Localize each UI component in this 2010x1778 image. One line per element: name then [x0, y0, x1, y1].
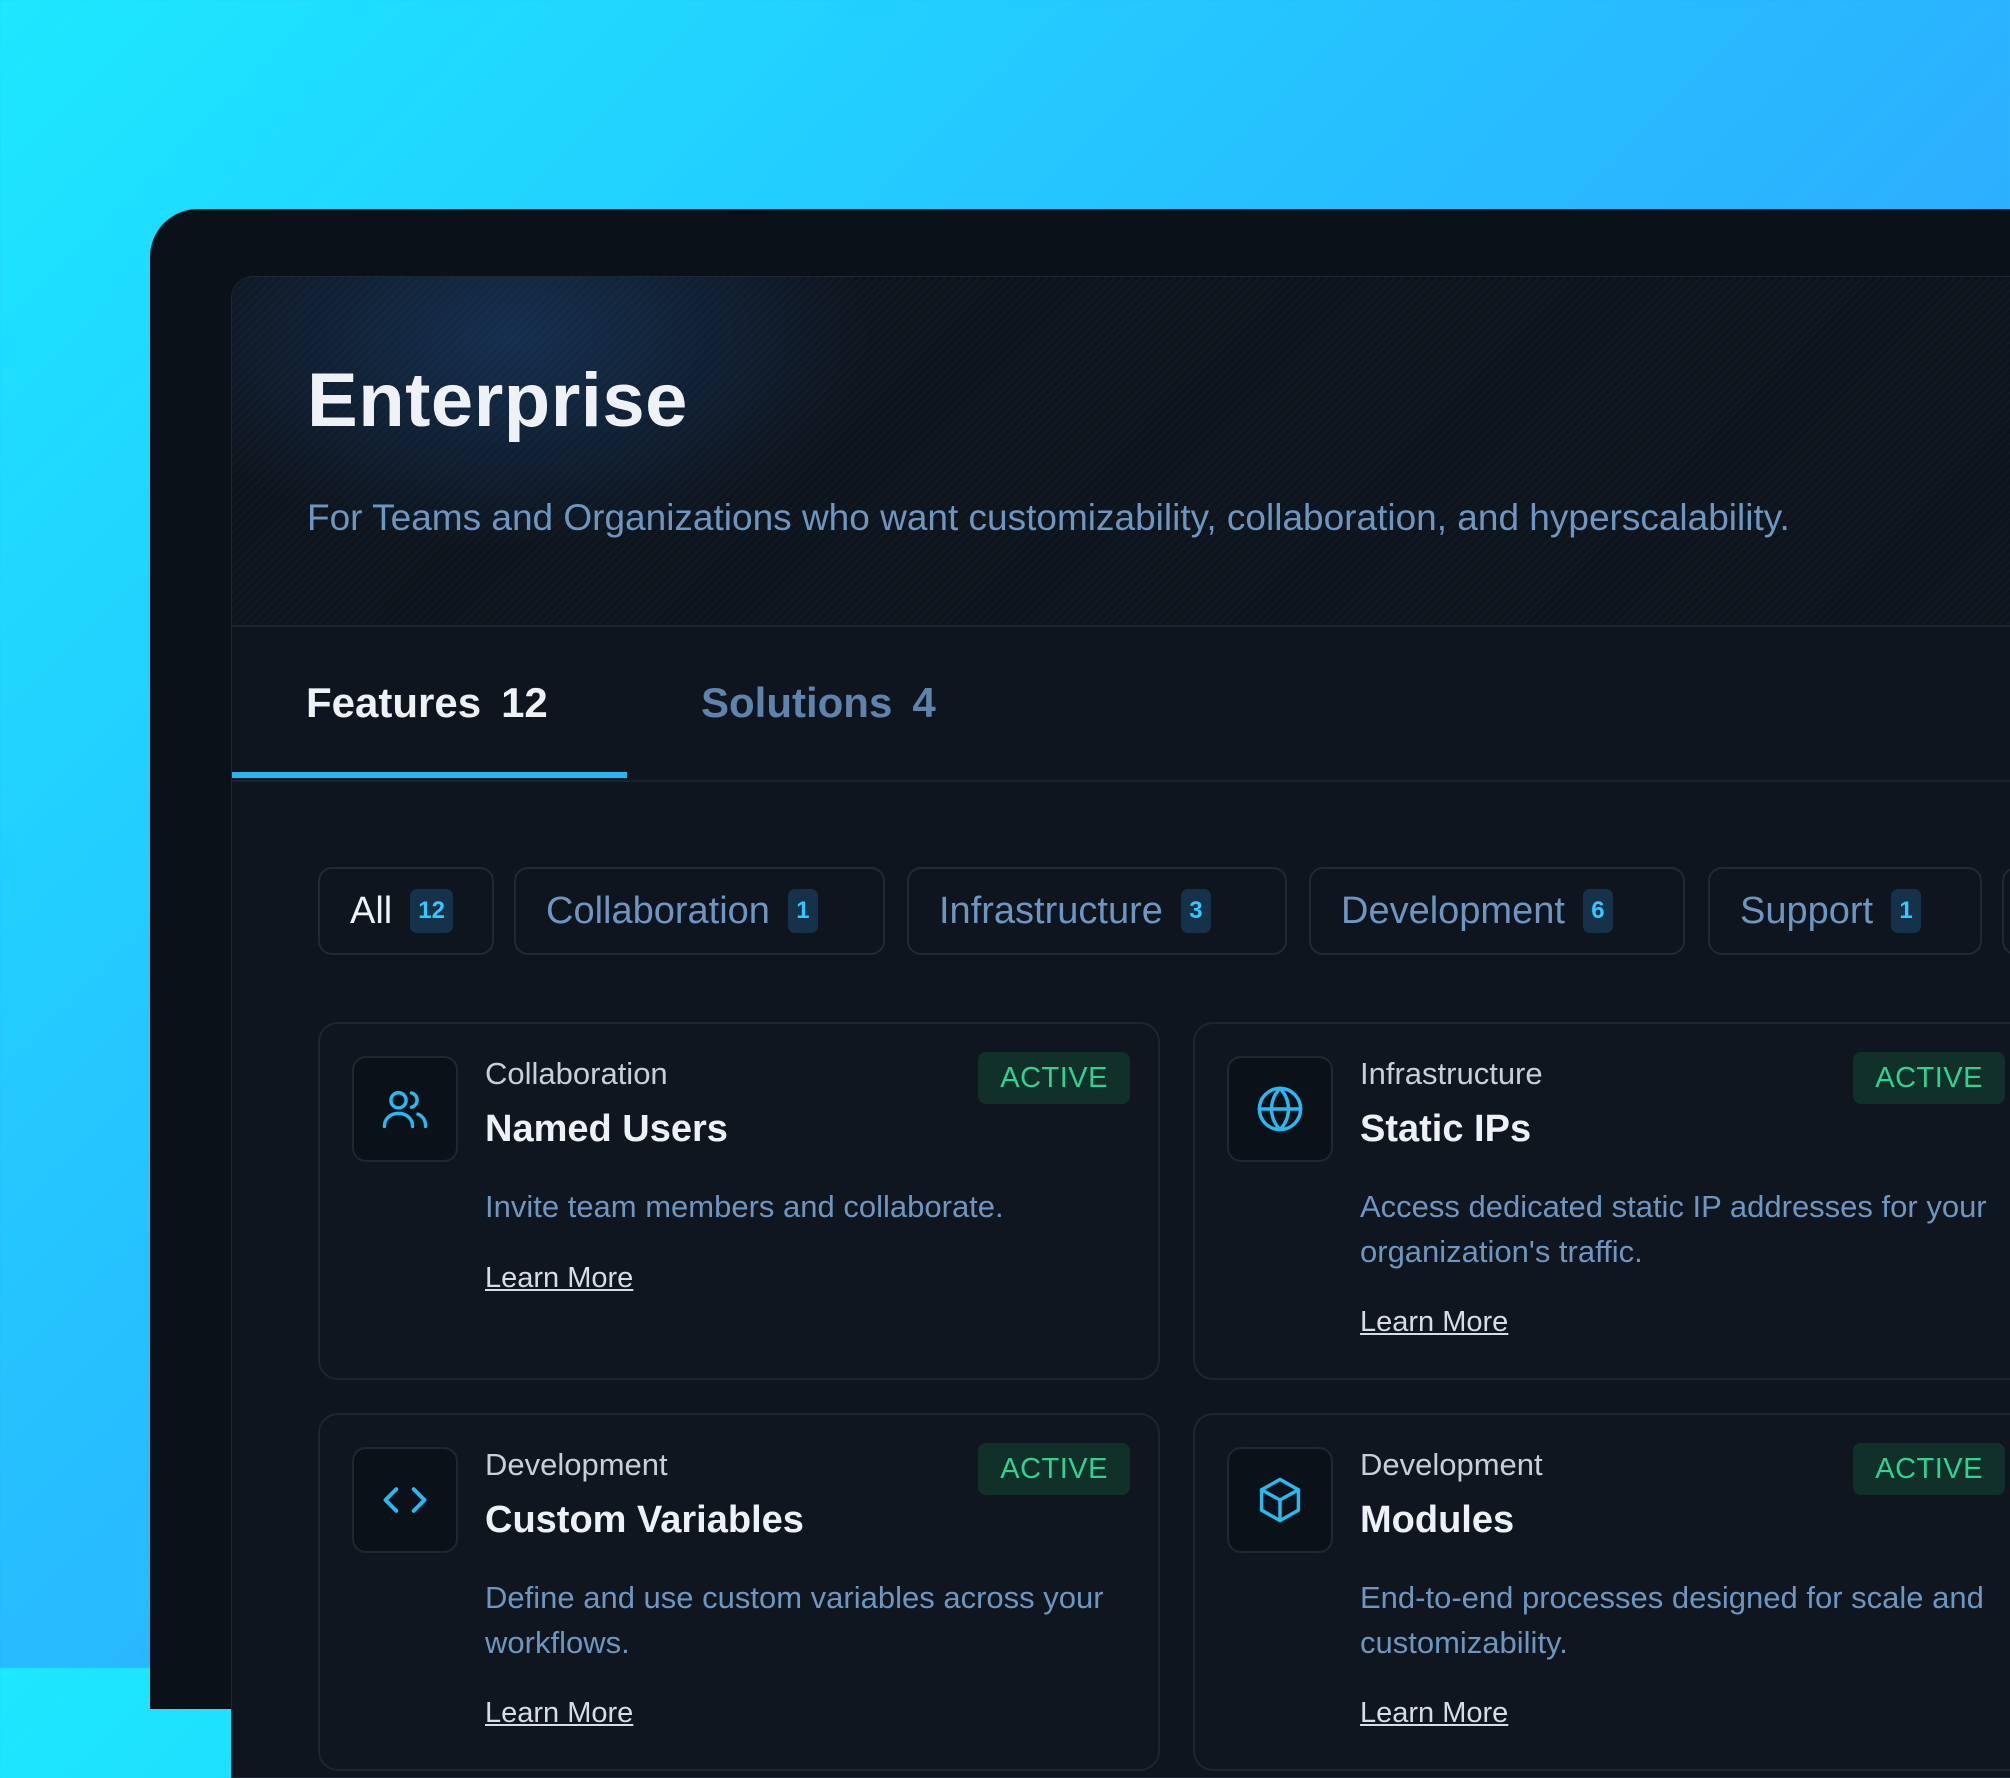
filter-count-badge: 1	[1891, 889, 1922, 933]
card-category: Development	[1360, 1447, 1543, 1482]
filter-label: Infrastructure	[939, 889, 1163, 932]
filter-label: Support	[1740, 889, 1874, 932]
filter-count-badge: 1	[787, 889, 818, 933]
status-badge: ACTIVE	[1853, 1052, 2005, 1104]
learn-more-link[interactable]: Learn More	[485, 1697, 633, 1730]
tab-bar: Features 12 Solutions 4	[232, 625, 2010, 782]
users-icon	[352, 1056, 458, 1162]
app-window: Enterprise For Teams and Organizations w…	[150, 209, 2010, 1778]
card-title: Named Users	[485, 1108, 728, 1150]
learn-more-link[interactable]: Learn More	[1360, 1306, 1508, 1339]
filter-count-badge: 12	[410, 889, 453, 933]
card-description: Invite team members and collaborate.	[485, 1189, 1004, 1224]
card-category: Collaboration	[485, 1056, 668, 1091]
card-title: Modules	[1360, 1499, 1515, 1541]
page-title: Enterprise	[307, 358, 688, 443]
tab-label: Solutions	[701, 678, 893, 726]
card-title: Static IPs	[1360, 1108, 1532, 1150]
enterprise-panel: Enterprise For Teams and Organizations w…	[231, 276, 2010, 1778]
filter-support[interactable]: Support 1	[1708, 867, 1982, 955]
tab-label: Features	[306, 678, 482, 726]
code-icon	[352, 1447, 458, 1553]
cube-icon	[1227, 1447, 1333, 1553]
filter-label: Collaboration	[546, 889, 770, 932]
filter-all[interactable]: All 12	[318, 867, 494, 955]
status-badge: ACTIVE	[978, 1052, 1130, 1104]
globe-icon	[1227, 1056, 1333, 1162]
card-description: Access dedicated static IP addresses for…	[1360, 1189, 1987, 1269]
tab-count: 4	[912, 678, 936, 726]
status-badge: ACTIVE	[978, 1443, 1130, 1495]
filter-label: Development	[1341, 889, 1565, 932]
learn-more-link[interactable]: Learn More	[485, 1262, 633, 1295]
card-title: Custom Variables	[485, 1499, 804, 1541]
active-tab-indicator	[232, 772, 627, 778]
filter-development[interactable]: Development 6	[1309, 867, 1685, 955]
filter-count-badge: 3	[1180, 889, 1211, 933]
learn-more-link[interactable]: Learn More	[1360, 1697, 1508, 1730]
filter-label: All	[350, 889, 393, 932]
feature-card[interactable]: Development Modules ACTIVE End-to-end pr…	[1193, 1413, 2010, 1771]
feature-card[interactable]: Development Custom Variables ACTIVE Defi…	[318, 1413, 1160, 1771]
card-category: Infrastructure	[1360, 1056, 1543, 1091]
feature-card[interactable]: Infrastructure Static IPs ACTIVE Access …	[1193, 1022, 2010, 1380]
card-description: Define and use custom variables across y…	[485, 1580, 1104, 1660]
card-description: End-to-end processes designed for scale …	[1360, 1580, 1984, 1660]
card-category: Development	[485, 1447, 668, 1482]
filter-count-badge: 6	[1582, 889, 1613, 933]
filter-collaboration[interactable]: Collaboration 1	[514, 867, 885, 955]
feature-card[interactable]: Collaboration Named Users ACTIVE Invite …	[318, 1022, 1160, 1380]
status-badge: ACTIVE	[1853, 1443, 2005, 1495]
page-subtitle: For Teams and Organizations who want cus…	[307, 497, 1790, 538]
tab-count: 12	[501, 678, 548, 726]
tab-features[interactable]: Features 12	[306, 625, 548, 780]
hero-section: Enterprise For Teams and Organizations w…	[232, 277, 2010, 627]
filter-infrastructure[interactable]: Infrastructure 3	[907, 867, 1287, 955]
filter-more[interactable]	[2002, 867, 2010, 955]
tab-solutions[interactable]: Solutions 4	[701, 625, 936, 780]
